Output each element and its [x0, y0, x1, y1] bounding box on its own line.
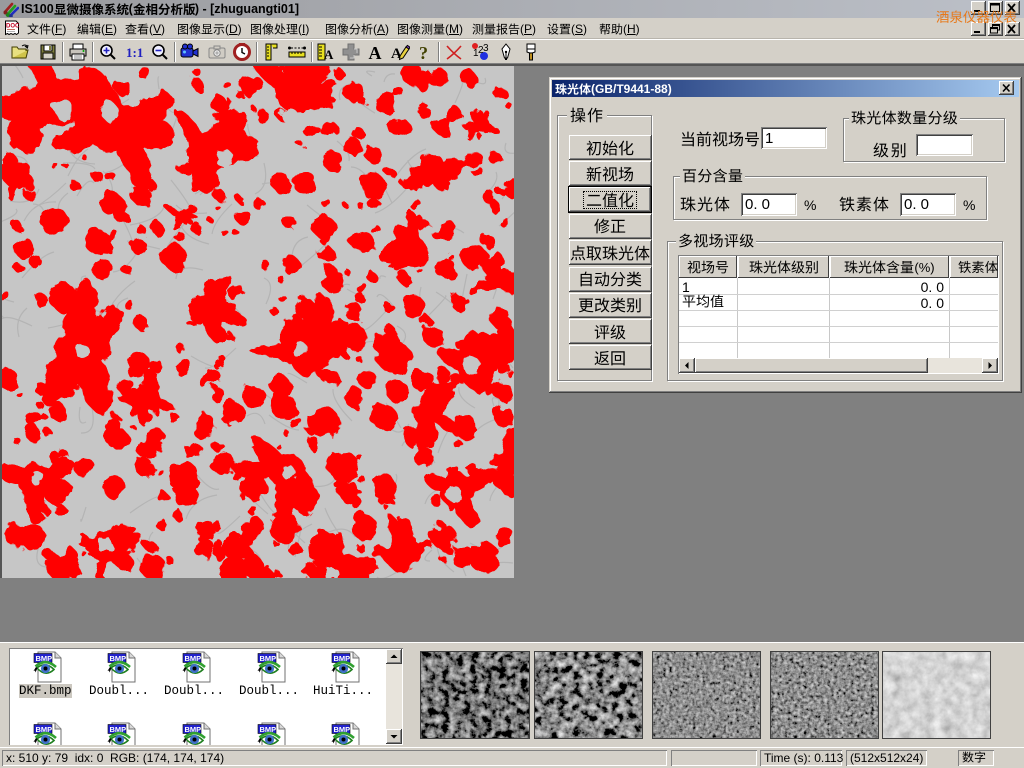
svg-text:DOC: DOC	[6, 24, 20, 30]
svg-text:A: A	[324, 47, 334, 62]
svg-text:?: ?	[419, 43, 428, 62]
svg-text:3: 3	[483, 43, 489, 54]
svg-text:A: A	[369, 43, 382, 62]
svg-text:1:1: 1:1	[126, 45, 143, 60]
